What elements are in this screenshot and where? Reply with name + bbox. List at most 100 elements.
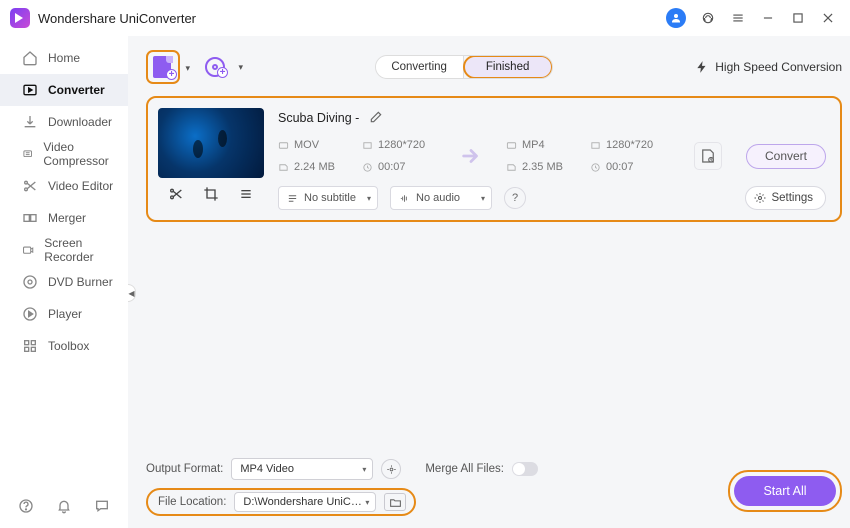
more-tools-button[interactable] (238, 186, 254, 202)
video-title: Scuba Diving - (278, 111, 359, 125)
main-panel: + ▾ + ▾ Converting Finished High Speed C… (128, 36, 850, 528)
chevron-down-icon: ▾ (185, 63, 190, 74)
settings-label: Settings (771, 192, 813, 204)
sidebar-item-dvd[interactable]: DVD Burner (0, 266, 128, 298)
tab-converting[interactable]: Converting (376, 56, 464, 78)
account-icon[interactable] (666, 8, 686, 28)
high-speed-toggle[interactable]: High Speed Conversion (695, 60, 842, 74)
target-format: MP4 (522, 139, 545, 151)
support-icon[interactable] (700, 10, 716, 26)
audio-select[interactable]: No audio ▾ (390, 186, 492, 210)
sidebar-item-label: Converter (48, 83, 105, 97)
sidebar-item-merger[interactable]: Merger (0, 202, 128, 234)
trim-button[interactable] (168, 186, 184, 202)
top-toolbar: + ▾ + ▾ Converting Finished High Speed C… (146, 46, 842, 88)
video-thumbnail[interactable] (158, 108, 264, 178)
recorder-icon (22, 242, 34, 258)
subtitle-value: No subtitle (304, 192, 356, 204)
scissors-icon (22, 178, 38, 194)
source-format: MOV (294, 139, 319, 151)
output-format-value: MP4 Video (240, 463, 294, 475)
file-location-group: File Location: D:\Wondershare UniConvert… (146, 488, 416, 516)
merge-label: Merge All Files: (425, 463, 504, 475)
add-files-button[interactable]: + ▾ (146, 50, 180, 84)
crop-button[interactable] (203, 186, 219, 202)
add-disc-icon: + (205, 57, 225, 77)
app-name: Wondershare UniConverter (38, 11, 196, 26)
arrow-right-icon (460, 145, 482, 167)
chevron-down-icon: ▾ (362, 465, 366, 474)
start-all-highlight: Start All (728, 470, 842, 512)
sidebar-item-converter[interactable]: Converter (0, 74, 128, 106)
notifications-icon[interactable] (56, 498, 72, 514)
sidebar-item-compressor[interactable]: Video Compressor (0, 138, 128, 170)
subtitle-select[interactable]: No subtitle ▾ (278, 186, 378, 210)
output-settings-button[interactable] (381, 459, 401, 479)
source-resolution: 1280*720 (378, 139, 425, 151)
add-file-icon: + (153, 56, 173, 78)
subtitle-icon (287, 193, 298, 204)
sidebar-item-label: Downloader (48, 115, 112, 129)
sidebar-item-label: Toolbox (48, 339, 89, 353)
sidebar: Home Converter Downloader Video Compress… (0, 36, 128, 528)
chevron-down-icon: ▾ (481, 194, 485, 203)
media-item-card: Scuba Diving - MOV 1280*720 2.24 MB 00:0… (146, 96, 842, 222)
disc-icon (22, 274, 38, 290)
edit-title-button[interactable] (369, 110, 383, 127)
add-dvd-button[interactable]: + ▾ (198, 50, 232, 84)
download-icon (22, 114, 38, 130)
output-preset-button[interactable] (694, 142, 722, 170)
sidebar-item-home[interactable]: Home (0, 42, 128, 74)
sidebar-item-editor[interactable]: Video Editor (0, 170, 128, 202)
grid-icon (22, 338, 38, 354)
sidebar-item-downloader[interactable]: Downloader (0, 106, 128, 138)
audio-value: No audio (416, 192, 460, 204)
status-tabs: Converting Finished (375, 55, 553, 79)
sidebar-item-toolbox[interactable]: Toolbox (0, 330, 128, 362)
start-all-button[interactable]: Start All (734, 476, 836, 506)
sidebar-item-label: Player (48, 307, 82, 321)
target-size: 2.35 MB (522, 161, 563, 173)
target-duration: 00:07 (606, 161, 634, 173)
bolt-icon (695, 60, 709, 74)
target-resolution: 1280*720 (606, 139, 653, 151)
play-icon (22, 306, 38, 322)
minimize-button[interactable] (760, 10, 776, 26)
sidebar-item-label: Video Editor (48, 179, 113, 193)
help-icon[interactable] (18, 498, 34, 514)
chevron-down-icon: ▾ (238, 62, 243, 73)
audio-icon (399, 193, 410, 204)
converter-icon (22, 82, 38, 98)
compressor-icon (22, 146, 33, 162)
sidebar-item-label: DVD Burner (48, 275, 113, 289)
source-duration: 00:07 (378, 161, 406, 173)
source-size: 2.24 MB (294, 161, 335, 173)
title-bar: Wondershare UniConverter (0, 0, 850, 36)
convert-button[interactable]: Convert (746, 144, 826, 169)
gear-icon (754, 192, 766, 204)
tab-finished[interactable]: Finished (463, 55, 553, 79)
menu-icon[interactable] (730, 10, 746, 26)
open-folder-button[interactable] (384, 493, 406, 511)
maximize-button[interactable] (790, 10, 806, 26)
item-settings-button[interactable]: Settings (745, 186, 826, 210)
app-logo (10, 8, 30, 28)
file-location-select[interactable]: D:\Wondershare UniConverter ▾ (234, 492, 376, 512)
close-button[interactable] (820, 10, 836, 26)
home-icon (22, 50, 38, 66)
sidebar-item-label: Video Compressor (43, 140, 114, 168)
sidebar-item-label: Merger (48, 211, 86, 225)
output-format-select[interactable]: MP4 Video ▾ (231, 458, 373, 480)
chevron-down-icon: ▾ (365, 498, 369, 507)
info-button[interactable]: ? (504, 187, 526, 209)
merger-icon (22, 210, 38, 226)
file-location-value: D:\Wondershare UniConverter (243, 496, 365, 508)
feedback-icon[interactable] (94, 498, 110, 514)
high-speed-label: High Speed Conversion (715, 60, 842, 74)
merge-toggle[interactable] (512, 462, 538, 476)
file-location-label: File Location: (158, 496, 226, 508)
sidebar-item-player[interactable]: Player (0, 298, 128, 330)
sidebar-item-label: Screen Recorder (44, 236, 114, 264)
sidebar-item-recorder[interactable]: Screen Recorder (0, 234, 128, 266)
sidebar-item-label: Home (48, 51, 80, 65)
